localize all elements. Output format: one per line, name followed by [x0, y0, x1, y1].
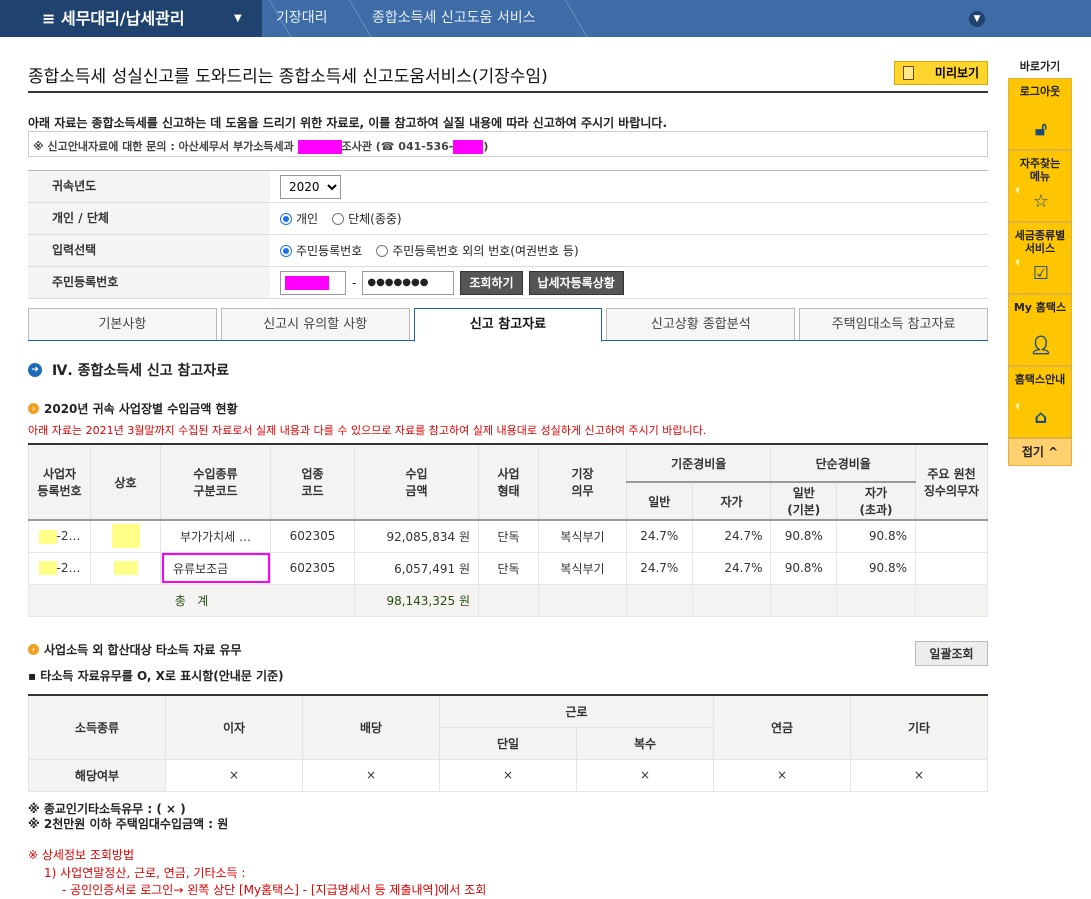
subheading: › 사업소득 외 합산대상 타소득 자료 유무	[28, 641, 242, 658]
highlighted-cell: 유류보조금	[160, 551, 271, 585]
hometax-guide-link[interactable]: 홈택스안내 ⌂	[1008, 366, 1072, 438]
chevron-circle-icon: ›	[28, 644, 39, 655]
divider	[28, 91, 988, 93]
logout-link[interactable]: 로그아웃 🔓︎	[1008, 78, 1072, 150]
subnote: ▪ 타소득 자료유무를 O, X로 표시함(안내문 기준)	[28, 669, 284, 683]
registration-status-button[interactable]: 납세자등록상황	[528, 270, 624, 295]
note: ※ 2천만원 이하 주택임대수입금액 : 원	[28, 817, 229, 831]
table-row: -2… 유류보조금 602305 6,057,491 원 단독 복식부기 24.7% 24.7…	[28, 551, 988, 585]
tab-bar: 기본사항 신고시 유의할 사항 신고 참고자료 신고상황 종합분석 주택임대소득…	[28, 308, 988, 342]
howto-step: 1) 사업연말정산, 근로, 연금, 기타소득 :	[44, 866, 246, 880]
star-icon: ☆	[1032, 191, 1050, 212]
intro-text: 아래 자료는 종합소득세를 신고하는 데 도움을 드리기 위한 자료로, 이를 …	[28, 116, 668, 130]
table-row: -2… 부가가치세 … 602305 92,085,834 원 단독 복식부기 24.7% 2…	[28, 519, 988, 553]
user-icon: 👤︎	[1029, 335, 1053, 356]
subheading: › 2020년 귀속 사업장별 수입금액 현황	[28, 400, 238, 417]
total-row: 총 계 98,143,325 원	[28, 583, 988, 617]
breadcrumb-item[interactable]: 기장대리	[276, 0, 328, 37]
taxpayer-form: 귀속년도 2020 개인 / 단체 개인 단체(종중) 입력선택 주민등록번호 주민등록번…	[28, 170, 988, 299]
rrn-back-input[interactable]: ●●●●●●●	[362, 270, 455, 295]
tab-reference[interactable]: 신고 참고자료	[413, 308, 603, 342]
quick-links-title: 바로가기	[1019, 60, 1061, 73]
divider	[552, 0, 588, 37]
collapse-button[interactable]: 접기 ^	[1008, 438, 1072, 466]
year-select[interactable]: 2020	[280, 174, 341, 199]
tab-basic[interactable]: 기본사항	[28, 308, 217, 340]
section-heading: ➜ Ⅳ. 종합소득세 신고 참고자료	[28, 360, 229, 380]
bulk-search-button[interactable]: 일괄조회	[915, 641, 988, 666]
notice-text: 아래 자료는 2021년 3월말까지 수집된 자료로서 실제 내용과 다를 수 …	[28, 424, 707, 437]
my-hometax-link[interactable]: My 홈택스 👤︎	[1008, 294, 1072, 366]
quick-links: 바로가기 로그아웃 🔓︎ 자주찾는 메뉴 ☆ 세금종류별 서비스 ☑ My 홈택스 👤︎…	[1008, 58, 1072, 466]
breadcrumb-item[interactable]: 종합소득세 신고도움 서비스	[372, 0, 535, 37]
radio-other-id[interactable]: 주민등록번호 외의 번호(여권번호 등)	[376, 242, 579, 259]
top-nav: ≡ 세무대리/납세관리 ▼ 기장대리 종합소득세 신고도움 서비스 ▼	[0, 0, 1091, 37]
checkbox-icon: ☑	[1032, 263, 1050, 284]
rrn-front-input[interactable]	[280, 270, 346, 295]
redaction	[297, 140, 342, 154]
tax-services-link[interactable]: 세금종류별 서비스 ☑	[1008, 222, 1072, 294]
howto-detail: - 공인인증서로 로그인→ 왼쪽 상단 [My홈택스] - [지급명세서 등 제…	[62, 883, 487, 897]
house-hand-icon: ⌂	[1034, 407, 1048, 428]
radio-group[interactable]: 단체(종중)	[332, 210, 402, 227]
arrow-circle-icon: ➜	[28, 363, 42, 377]
other-income-table: 소득종류 이자 배당 근로 연금 기타 단일 복수 해당여부 × × × × × ×	[28, 694, 988, 792]
howto-title: ※ 상세정보 조회방법	[28, 848, 135, 862]
favorites-link[interactable]: 자주찾는 메뉴 ☆	[1008, 150, 1072, 222]
preview-button[interactable]: 미리보기	[894, 61, 988, 85]
document-icon	[903, 66, 914, 80]
table-row: 해당여부 × × × × × ×	[28, 758, 988, 792]
tab-cautions[interactable]: 신고시 유의할 사항	[220, 308, 410, 340]
chevron-down-icon: ▼	[234, 13, 242, 24]
search-button[interactable]: 조회하기	[460, 270, 523, 295]
divider	[336, 0, 372, 37]
type-label: 개인 / 단체	[28, 203, 270, 234]
income-table: 사업자 등록번호 상호 수입종류 구분코드 업종 코드 수입 금액 사업 형태 기장 의무 기…	[28, 443, 988, 617]
inquiry-info: ※ 신고안내자료에 대한 문의 : 아산세무서 부가소득세과 조사관 (☎ 04…	[28, 131, 988, 157]
chevron-down-icon[interactable]: ▼	[969, 11, 985, 27]
radio-individual[interactable]: 개인	[280, 210, 318, 227]
redaction	[453, 140, 484, 154]
rrn-label: 주민등록번호	[28, 267, 270, 298]
page-title: 종합소득세 성실신고를 도와드리는 종합소득세 신고도움서비스(기장수임)	[28, 67, 548, 87]
tab-analysis[interactable]: 신고상황 종합분석	[606, 308, 796, 340]
menu-dropdown[interactable]: ≡ 세무대리/납세관리 ▼	[0, 0, 262, 37]
radio-rrn[interactable]: 주민등록번호	[280, 242, 362, 259]
chevron-circle-icon: ›	[28, 403, 39, 414]
year-label: 귀속년도	[28, 171, 270, 202]
tab-rental[interactable]: 주택임대소득 참고자료	[799, 308, 988, 340]
hamburger-icon: ≡	[42, 9, 61, 28]
input-label: 입력선택	[28, 235, 270, 266]
unlock-icon: 🔓︎	[1035, 119, 1047, 140]
